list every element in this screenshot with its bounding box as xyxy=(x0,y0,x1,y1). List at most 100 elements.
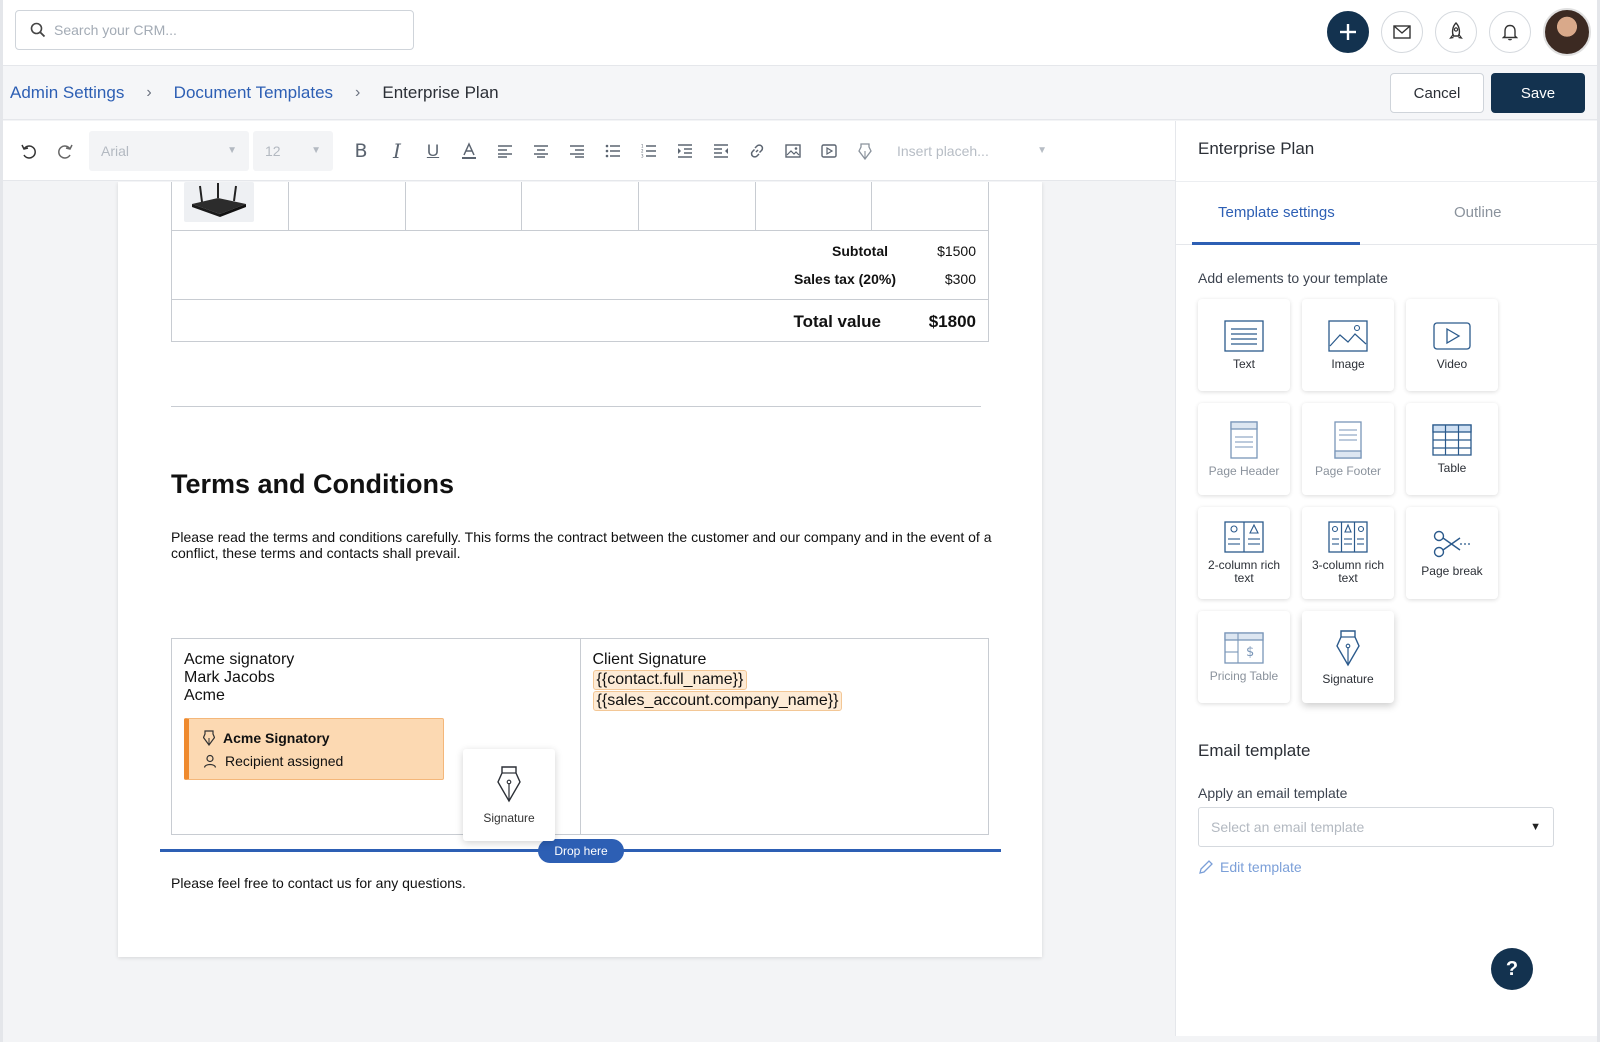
redo-icon[interactable] xyxy=(47,133,83,169)
caret-down-icon: ▼ xyxy=(227,145,237,156)
editor-toolbar: Arial ▼ 12 ▼ B I U 123 Insert placeh... ▼ xyxy=(3,121,1195,181)
tab-template-settings[interactable]: Template settings xyxy=(1218,204,1335,221)
table-cell[interactable] xyxy=(289,182,406,230)
table-cell[interactable] xyxy=(872,182,988,230)
mail-icon xyxy=(1393,25,1411,39)
signature-table[interactable]: Acme signatory Mark Jacobs Acme Acme Sig… xyxy=(171,638,989,835)
placeholder-token[interactable]: {{sales_account.company_name}} xyxy=(592,691,843,711)
align-left-icon[interactable] xyxy=(487,133,523,169)
pen-nib-icon xyxy=(1336,629,1360,666)
tile-label: Image xyxy=(1331,356,1365,371)
panel-tabs: Template settings Outline xyxy=(1176,181,1598,245)
edit-template-link[interactable]: Edit template xyxy=(1198,859,1302,875)
outdent-icon[interactable] xyxy=(703,133,739,169)
element-tile-page-break[interactable]: Page break xyxy=(1406,507,1498,599)
sales-tax-value: $300 xyxy=(944,271,976,287)
font-family-value: Arial xyxy=(101,142,130,159)
mail-button[interactable] xyxy=(1381,11,1423,53)
line-items-table[interactable]: Subtotal $1500 Sales tax (20%) $300 Tota… xyxy=(171,182,989,342)
link-icon[interactable] xyxy=(739,133,775,169)
italic-icon[interactable]: I xyxy=(379,133,415,169)
element-tile-signature[interactable]: Signature xyxy=(1302,611,1394,703)
insert-placeholder-select[interactable]: Insert placeh... ▼ xyxy=(897,143,1047,159)
element-tile-video[interactable]: Video xyxy=(1406,299,1498,391)
element-tile-table[interactable]: Table xyxy=(1406,403,1498,495)
help-button[interactable]: ? xyxy=(1491,948,1533,990)
tab-outline[interactable]: Outline xyxy=(1454,204,1502,221)
insert-video-icon[interactable] xyxy=(811,133,847,169)
totals-block[interactable]: Subtotal $1500 Sales tax (20%) $300 xyxy=(172,231,988,300)
signature-field[interactable]: Acme Signatory Recipient assigned xyxy=(184,718,444,780)
element-tile-page-footer[interactable]: Page Footer xyxy=(1302,403,1394,495)
signatory-line: Acme signatory xyxy=(184,651,295,668)
rocket-button[interactable] xyxy=(1435,11,1477,53)
search-input[interactable] xyxy=(54,22,394,38)
element-tile-image[interactable]: Image xyxy=(1302,299,1394,391)
insert-placeholder-label: Insert placeh... xyxy=(897,142,989,159)
element-tile-page-header[interactable]: Page Header xyxy=(1198,403,1290,495)
font-size-select[interactable]: 12 ▼ xyxy=(253,130,333,171)
signature-field-subtitle: Recipient assigned xyxy=(225,753,344,769)
apply-email-label: Apply an email template xyxy=(1198,785,1348,801)
tile-label: Text xyxy=(1232,356,1255,371)
search-box[interactable] xyxy=(15,10,414,50)
bold-icon[interactable]: B xyxy=(343,133,379,169)
document-page[interactable]: Subtotal $1500 Sales tax (20%) $300 Tota… xyxy=(118,182,1042,957)
add-elements-label: Add elements to your template xyxy=(1198,270,1388,286)
underline-icon[interactable]: U xyxy=(415,133,451,169)
indent-icon[interactable] xyxy=(667,133,703,169)
dragged-signature-element[interactable]: Signature xyxy=(463,749,555,841)
align-center-icon[interactable] xyxy=(523,133,559,169)
terms-paragraph[interactable]: Please read the terms and conditions car… xyxy=(171,529,1001,561)
element-tile-pricing-table[interactable]: $ Pricing Table xyxy=(1198,611,1290,703)
plus-icon xyxy=(1340,24,1356,40)
undo-icon[interactable] xyxy=(11,133,47,169)
numbered-list-icon[interactable]: 123 xyxy=(631,133,667,169)
document-canvas[interactable]: Subtotal $1500 Sales tax (20%) $300 Tota… xyxy=(3,182,1195,1036)
caret-down-icon: ▼ xyxy=(1530,821,1541,833)
search-icon xyxy=(30,22,46,38)
font-family-select[interactable]: Arial ▼ xyxy=(89,130,249,171)
tile-label: 3-column rich text xyxy=(1311,558,1385,585)
breadcrumb-current: Enterprise Plan xyxy=(382,82,499,102)
top-actions xyxy=(1327,8,1597,56)
panel-title: Enterprise Plan xyxy=(1198,139,1315,158)
total-row[interactable]: Total value $1800 xyxy=(172,300,988,342)
tile-label: Page Footer xyxy=(1314,463,1382,478)
table-row[interactable] xyxy=(172,182,988,231)
terms-heading[interactable]: Terms and Conditions xyxy=(171,469,454,500)
cancel-button[interactable]: Cancel xyxy=(1390,73,1484,113)
align-right-icon[interactable] xyxy=(559,133,595,169)
bullet-list-icon[interactable] xyxy=(595,133,631,169)
insert-image-icon[interactable] xyxy=(775,133,811,169)
table-cell[interactable] xyxy=(522,182,640,230)
two-column-icon xyxy=(1224,521,1264,553)
placeholder-token[interactable]: {{contact.full_name}} xyxy=(592,670,748,690)
product-image-cell[interactable] xyxy=(172,182,289,230)
email-template-heading: Email template xyxy=(1198,741,1311,760)
table-cell[interactable] xyxy=(406,182,523,230)
text-icon xyxy=(1224,319,1264,352)
pen-nib-icon xyxy=(203,730,215,746)
chevron-right-icon: › xyxy=(146,83,152,101)
table-cell[interactable] xyxy=(756,182,873,230)
client-signature-title: Client Signature xyxy=(592,651,707,668)
email-template-select[interactable]: Select an email template ▼ xyxy=(1198,807,1554,847)
text-color-icon[interactable] xyxy=(451,133,487,169)
page-footer-icon xyxy=(1334,420,1362,459)
table-cell[interactable] xyxy=(639,182,756,230)
tile-label: Video xyxy=(1436,356,1468,371)
add-button[interactable] xyxy=(1327,11,1369,53)
notifications-button[interactable] xyxy=(1489,11,1531,53)
element-tile-two-column[interactable]: 2-column rich text xyxy=(1198,507,1290,599)
element-tile-text[interactable]: Text xyxy=(1198,299,1290,391)
client-signature-cell[interactable]: Client Signature {{contact.full_name}} {… xyxy=(581,639,989,834)
breadcrumb-admin-settings[interactable]: Admin Settings xyxy=(10,83,124,103)
avatar[interactable] xyxy=(1543,8,1591,56)
signature-pen-icon[interactable] xyxy=(847,133,883,169)
caret-down-icon: ▼ xyxy=(1037,145,1047,156)
contact-paragraph[interactable]: Please feel free to contact us for any q… xyxy=(171,875,466,891)
save-button[interactable]: Save xyxy=(1491,73,1585,113)
element-tile-three-column[interactable]: 3-column rich text xyxy=(1302,507,1394,599)
breadcrumb-document-templates[interactable]: Document Templates xyxy=(174,83,333,103)
